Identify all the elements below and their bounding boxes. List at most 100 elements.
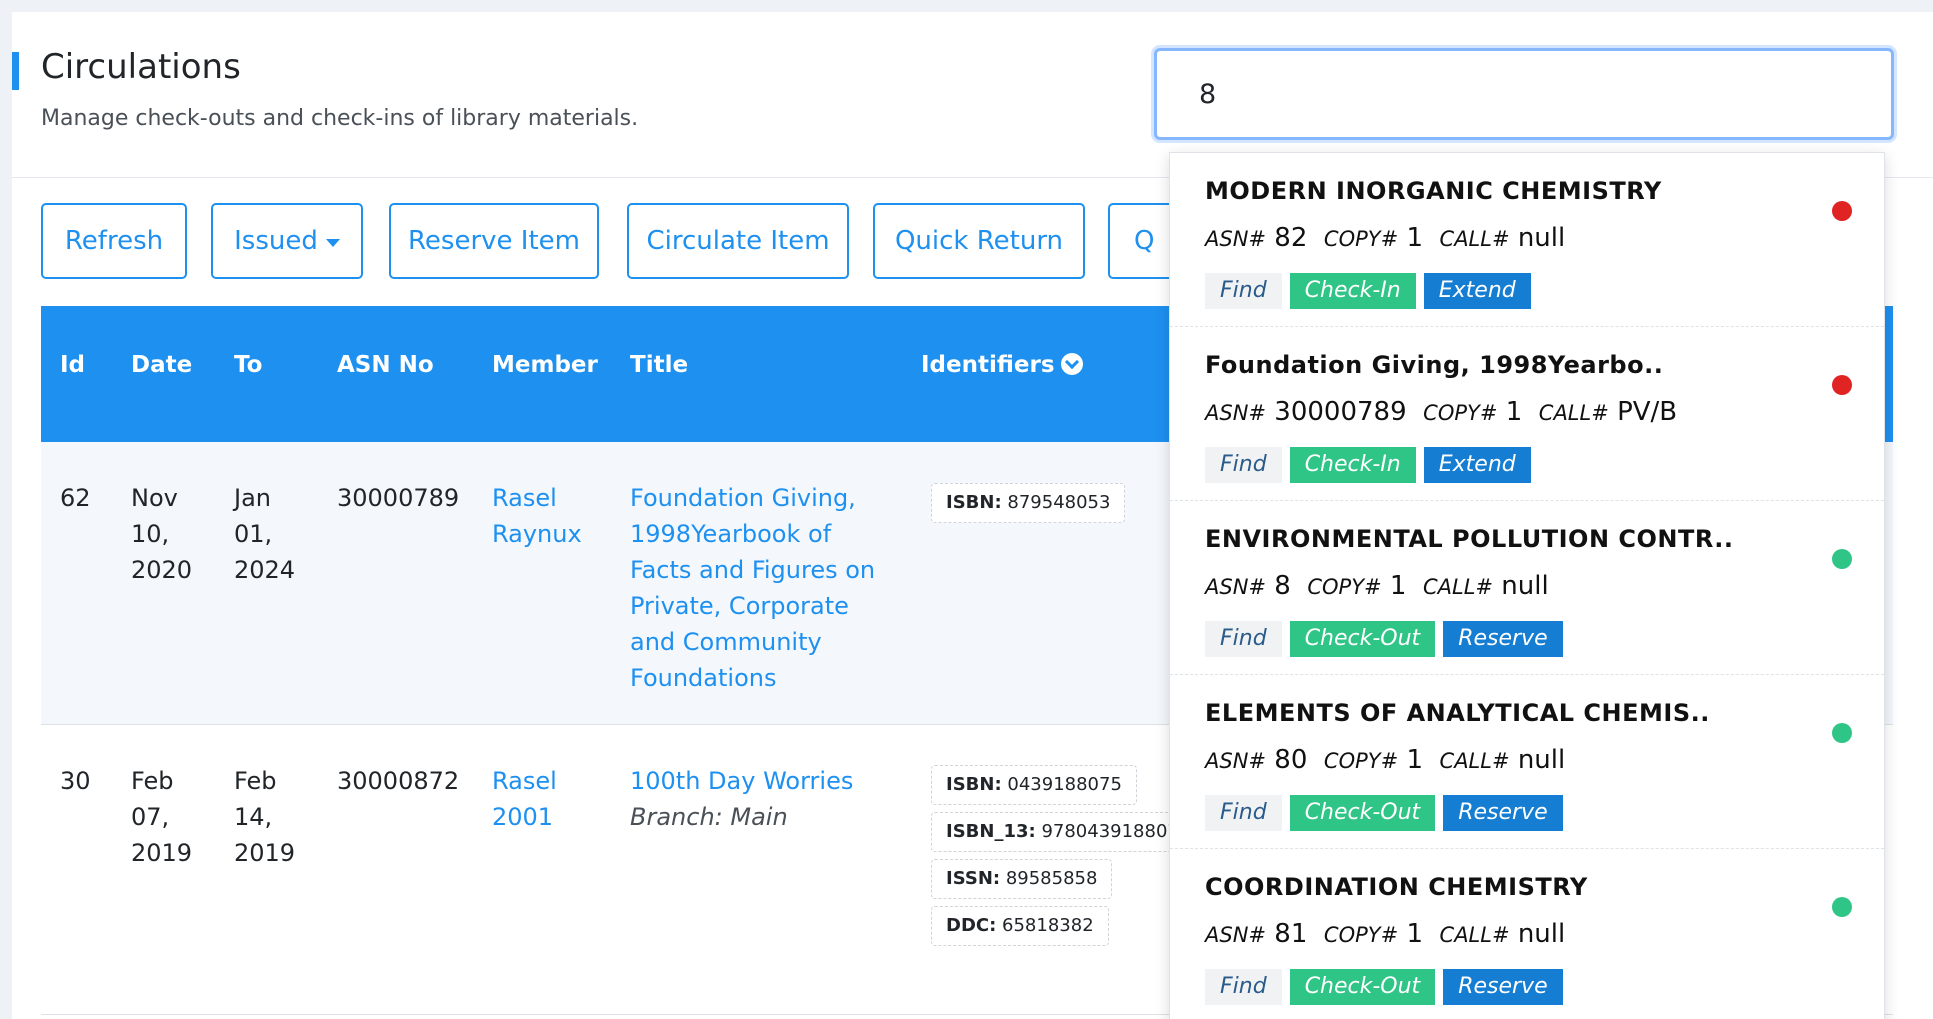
member-line: 2001 xyxy=(492,803,554,831)
search-result-item[interactable]: ELEMENTS OF ANALYTICAL CHEMIS.. ASN# 80 … xyxy=(1170,675,1884,849)
copy-value: 1 xyxy=(1406,745,1423,775)
result-meta: ASN# 82 COPY# 1 CALL# null xyxy=(1205,223,1565,253)
identifier-badge-isbn: ISBN: 879548053 xyxy=(931,483,1126,523)
issued-button-label: Issued xyxy=(234,226,318,256)
asn-label: ASN# xyxy=(1205,749,1267,773)
check-out-button[interactable]: Check-Out xyxy=(1289,621,1436,657)
extend-button[interactable]: Extend xyxy=(1423,447,1531,483)
column-header-to[interactable]: To xyxy=(234,352,262,378)
check-out-button[interactable]: Check-Out xyxy=(1289,795,1436,831)
copy-label: COPY# xyxy=(1323,227,1399,251)
result-meta: ASN# 30000789 COPY# 1 CALL# PV/B xyxy=(1205,397,1677,427)
to-line: 14, xyxy=(234,803,273,831)
issued-dropdown-button[interactable]: Issued xyxy=(211,203,363,279)
member-link[interactable]: Rasel 2001 xyxy=(492,763,557,835)
column-header-member[interactable]: Member xyxy=(492,352,598,378)
call-value: null xyxy=(1517,745,1566,775)
circulate-item-button-label: Circulate Item xyxy=(646,226,830,256)
title-line: Foundations xyxy=(630,664,777,692)
search-box[interactable] xyxy=(1154,48,1894,140)
caret-down-icon xyxy=(325,238,340,247)
title-link[interactable]: Foundation Giving, 1998Yearbook of Facts… xyxy=(630,480,875,696)
asn-value: 30000789 xyxy=(1274,397,1407,427)
find-button[interactable]: Find xyxy=(1205,795,1282,831)
cell-asn: 30000789 xyxy=(337,484,460,512)
call-value: null xyxy=(1517,223,1566,253)
check-in-button[interactable]: Check-In xyxy=(1289,447,1416,483)
title-link[interactable]: 100th Day Worries xyxy=(630,763,853,799)
circulate-item-button[interactable]: Circulate Item xyxy=(627,203,849,279)
column-header-identifiers[interactable]: Identifiers xyxy=(921,352,1083,378)
copy-value: 1 xyxy=(1406,223,1423,253)
page-title: Circulations xyxy=(41,47,241,87)
title-line: and Community xyxy=(630,628,822,656)
identifier-badge-issn: ISSN: 89585858 xyxy=(931,859,1113,899)
member-link[interactable]: Rasel Raynux xyxy=(492,480,582,552)
cell-id: 30 xyxy=(60,767,91,795)
identifiers-header-label: Identifiers xyxy=(921,352,1055,378)
date-line: 2019 xyxy=(131,839,193,867)
chevron-down-circle-icon[interactable] xyxy=(1060,353,1083,375)
identifier-label: DDC: xyxy=(946,915,997,936)
search-result-item[interactable]: ENVIRONMENTAL POLLUTION CONTR.. ASN# 8 C… xyxy=(1170,501,1884,675)
check-out-button[interactable]: Check-Out xyxy=(1289,969,1436,1005)
column-header-id[interactable]: Id xyxy=(60,352,85,378)
reserve-item-button[interactable]: Reserve Item xyxy=(389,203,599,279)
title-line: Private, Corporate xyxy=(630,592,849,620)
quick-return-button[interactable]: Quick Return xyxy=(873,203,1085,279)
refresh-button[interactable]: Refresh xyxy=(41,203,187,279)
date-line: 07, xyxy=(131,803,170,831)
find-button[interactable]: Find xyxy=(1205,621,1282,657)
identifier-value: 879548053 xyxy=(1007,492,1111,513)
copy-value: 1 xyxy=(1505,397,1523,427)
to-line: Feb xyxy=(234,767,277,795)
asn-label: ASN# xyxy=(1205,227,1267,251)
result-actions: Find Check-Out Reserve xyxy=(1205,795,1563,831)
cell-asn: 30000872 xyxy=(337,767,460,795)
status-dot xyxy=(1832,201,1852,221)
circulations-card: Circulations Manage check-outs and check… xyxy=(12,12,1933,1019)
result-actions: Find Check-In Extend xyxy=(1205,447,1531,483)
find-button[interactable]: Find xyxy=(1205,447,1282,483)
result-meta: ASN# 8 COPY# 1 CALL# null xyxy=(1205,571,1549,601)
status-dot xyxy=(1832,723,1852,743)
title-accent-bar xyxy=(12,52,19,90)
identifier-label: ISSN: xyxy=(946,868,1001,889)
find-button[interactable]: Find xyxy=(1205,969,1282,1005)
column-header-title[interactable]: Title xyxy=(630,352,688,378)
identifier-value: 65818382 xyxy=(1002,915,1094,936)
copy-label: COPY# xyxy=(1323,923,1399,947)
reserve-button[interactable]: Reserve xyxy=(1443,621,1563,657)
refresh-button-label: Refresh xyxy=(64,226,164,256)
copy-label: COPY# xyxy=(1423,401,1498,425)
result-meta: ASN# 81 COPY# 1 CALL# null xyxy=(1205,919,1565,949)
identifier-value: 0439188075 xyxy=(1007,774,1122,795)
identifier-value: 9780439188074 xyxy=(1041,821,1191,842)
reserve-button[interactable]: Reserve xyxy=(1443,795,1563,831)
reserve-button[interactable]: Reserve xyxy=(1443,969,1563,1005)
search-result-item[interactable]: Foundation Giving, 1998Yearbo.. ASN# 300… xyxy=(1170,327,1884,501)
asn-label: ASN# xyxy=(1205,575,1267,599)
extend-button[interactable]: Extend xyxy=(1423,273,1531,309)
identifier-badge-isbn: ISBN: 0439188075 xyxy=(931,765,1137,805)
call-label: CALL# xyxy=(1439,749,1510,773)
column-header-asn[interactable]: ASN No xyxy=(337,352,434,378)
date-line: Nov xyxy=(131,484,178,512)
member-line: Rasel xyxy=(492,767,557,795)
search-result-item[interactable]: COORDINATION CHEMISTRY ASN# 81 COPY# 1 C… xyxy=(1170,849,1884,1019)
search-input[interactable] xyxy=(1157,51,1891,137)
asn-value: 82 xyxy=(1274,223,1308,253)
find-button[interactable]: Find xyxy=(1205,273,1282,309)
date-line: 10, xyxy=(131,520,170,548)
copy-label: COPY# xyxy=(1307,575,1382,599)
check-in-button[interactable]: Check-In xyxy=(1289,273,1416,309)
result-title: ELEMENTS OF ANALYTICAL CHEMIS.. xyxy=(1205,699,1710,727)
search-result-item[interactable]: MODERN INORGANIC CHEMISTRY ASN# 82 COPY#… xyxy=(1170,153,1884,327)
cell-date: Nov 10, 2020 xyxy=(131,480,192,588)
identifier-value: 89585858 xyxy=(1005,868,1098,889)
column-header-date[interactable]: Date xyxy=(131,352,192,378)
asn-value: 80 xyxy=(1274,745,1308,775)
result-title: Foundation Giving, 1998Yearbo.. xyxy=(1205,351,1664,379)
call-label: CALL# xyxy=(1439,227,1510,251)
call-value: PV/B xyxy=(1617,397,1678,427)
